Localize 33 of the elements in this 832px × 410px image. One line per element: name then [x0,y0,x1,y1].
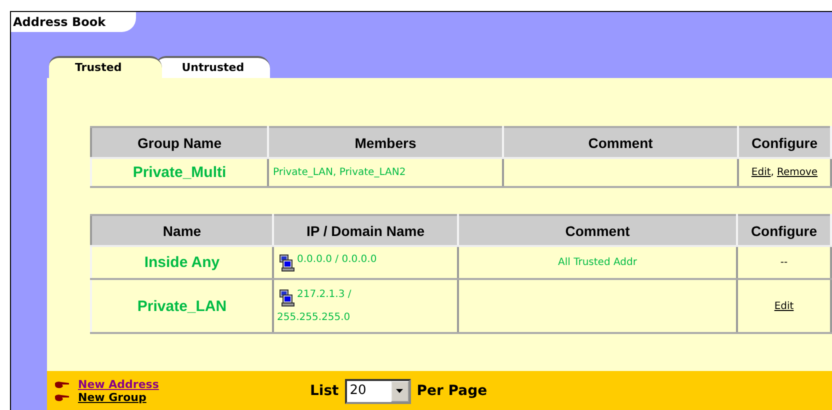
column-header: Group Name [91,127,268,158]
column-header: Comment [458,215,737,246]
window-title: Address Book [11,12,136,32]
group-name-cell: Private_Multi [91,158,268,187]
footer-link[interactable]: New Address [78,378,159,391]
ip-text: 255.255.255.0 [277,312,352,323]
configure-text: -- [780,257,788,268]
per-page-label: Per Page [416,383,488,399]
separator: , [770,167,774,178]
pointing-hand-icon [54,380,70,388]
computers-icon [277,289,295,307]
page-size-dropdown[interactable]: 20 [344,378,411,404]
column-header: Configure [738,127,831,158]
footer-link[interactable]: New Group [78,391,146,404]
column-header: Comment [503,127,738,158]
dropdown-arrow-icon [396,389,404,393]
column-header: Name [91,215,273,246]
column-header: Members [268,127,503,158]
computers-icon [277,254,295,272]
action-link[interactable]: Remove [776,167,818,178]
ip-text: 217.2.1.3 / [297,289,352,300]
ip-text: 0.0.0.0 / 0.0.0.0 [297,254,377,264]
list-label: List [310,383,339,399]
pointing-hand-icon [54,394,70,402]
action-link[interactable]: Edit [751,167,771,178]
address-name-cell: Private_LAN [91,279,273,333]
tab[interactable]: Trusted [49,56,162,80]
column-header: IP / Domain Name [273,215,458,246]
comment-cell: All Trusted Addr [458,246,737,279]
address-name-cell: Inside Any [91,246,273,279]
members-cell: Private_LAN, Private_LAN2 [268,158,503,187]
edit-link[interactable]: Edit [774,300,794,312]
column-header: Configure [737,215,831,246]
